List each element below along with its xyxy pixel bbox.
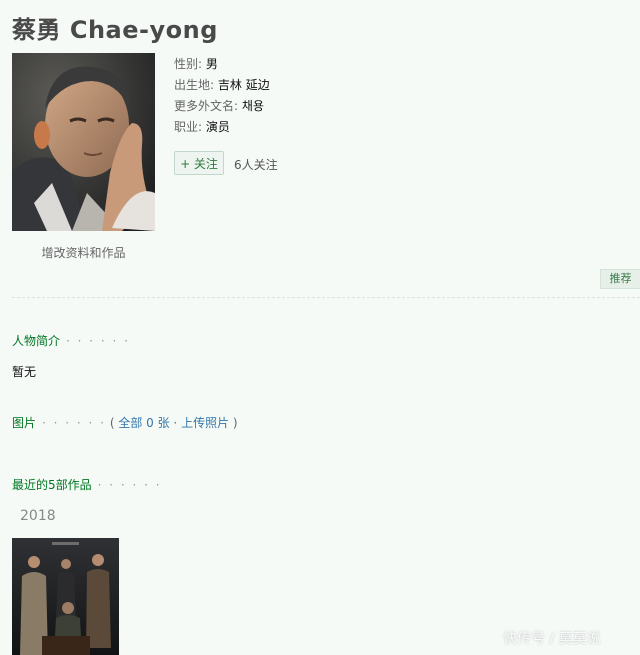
photos-section-title: 图片 · · · · · · ( 全部 0 张 · 上传照片 ): [12, 414, 238, 431]
info-row-occupation: 职业: 演员: [174, 117, 270, 138]
works-section-label: 最近的5部作品: [12, 478, 92, 492]
follower-count[interactable]: 6人关注: [234, 156, 278, 173]
divider: [12, 297, 640, 298]
link-separator: ·: [173, 416, 178, 430]
info-value: 채용: [241, 99, 264, 113]
info-value: 吉林 延边: [217, 78, 270, 92]
info-key: 更多外文名: [174, 99, 235, 113]
info-row-birthplace: 出生地: 吉林 延边: [174, 75, 270, 96]
info-colon: :: [198, 57, 206, 71]
person-photo[interactable]: [12, 53, 155, 231]
info-key: 职业: [174, 120, 199, 134]
paren-open: (: [109, 416, 115, 430]
info-colon: :: [210, 78, 218, 92]
photos-section-label: 图片: [12, 416, 37, 430]
person-name-heading: 蔡勇 Chae-yong: [12, 16, 218, 44]
section-dots: · · · · · ·: [66, 334, 130, 348]
watermark: 快传号 / 莫莫说: [503, 631, 601, 647]
bio-section-label: 人物简介: [12, 334, 61, 348]
poster-image: [12, 538, 119, 655]
info-colon: :: [198, 120, 206, 134]
info-value: 男: [205, 57, 218, 71]
paren-close: ): [232, 416, 238, 430]
info-key: 性别: [174, 57, 199, 71]
follow-button[interactable]: + 关注: [174, 151, 224, 175]
section-dots: · · · · · ·: [42, 416, 106, 430]
section-dots: · · · · · ·: [97, 478, 162, 492]
info-colon: :: [234, 99, 242, 113]
person-info-list: 性别: 男 出生地: 吉林 延边 更多外文名: 채용 职业: 演员: [174, 54, 270, 138]
portrait-image: [12, 53, 155, 231]
info-key: 出生地: [174, 78, 211, 92]
works-section-title: 最近的5部作品 · · · · · ·: [12, 476, 162, 493]
bio-section-title: 人物简介 · · · · · ·: [12, 332, 130, 349]
all-photos-link[interactable]: 全部 0 张: [118, 416, 169, 430]
work-year: 2018: [20, 508, 56, 524]
recommend-button[interactable]: 推荐: [600, 269, 640, 289]
info-row-gender: 性别: 男: [174, 54, 270, 75]
info-value: 演员: [205, 120, 230, 134]
movie-poster[interactable]: [12, 538, 119, 655]
info-row-foreign-name: 更多外文名: 채용: [174, 96, 270, 117]
upload-photo-link[interactable]: 上传照片: [181, 416, 229, 430]
bio-text: 暂无: [12, 365, 37, 379]
edit-profile-link[interactable]: 增改资料和作品: [12, 244, 155, 261]
